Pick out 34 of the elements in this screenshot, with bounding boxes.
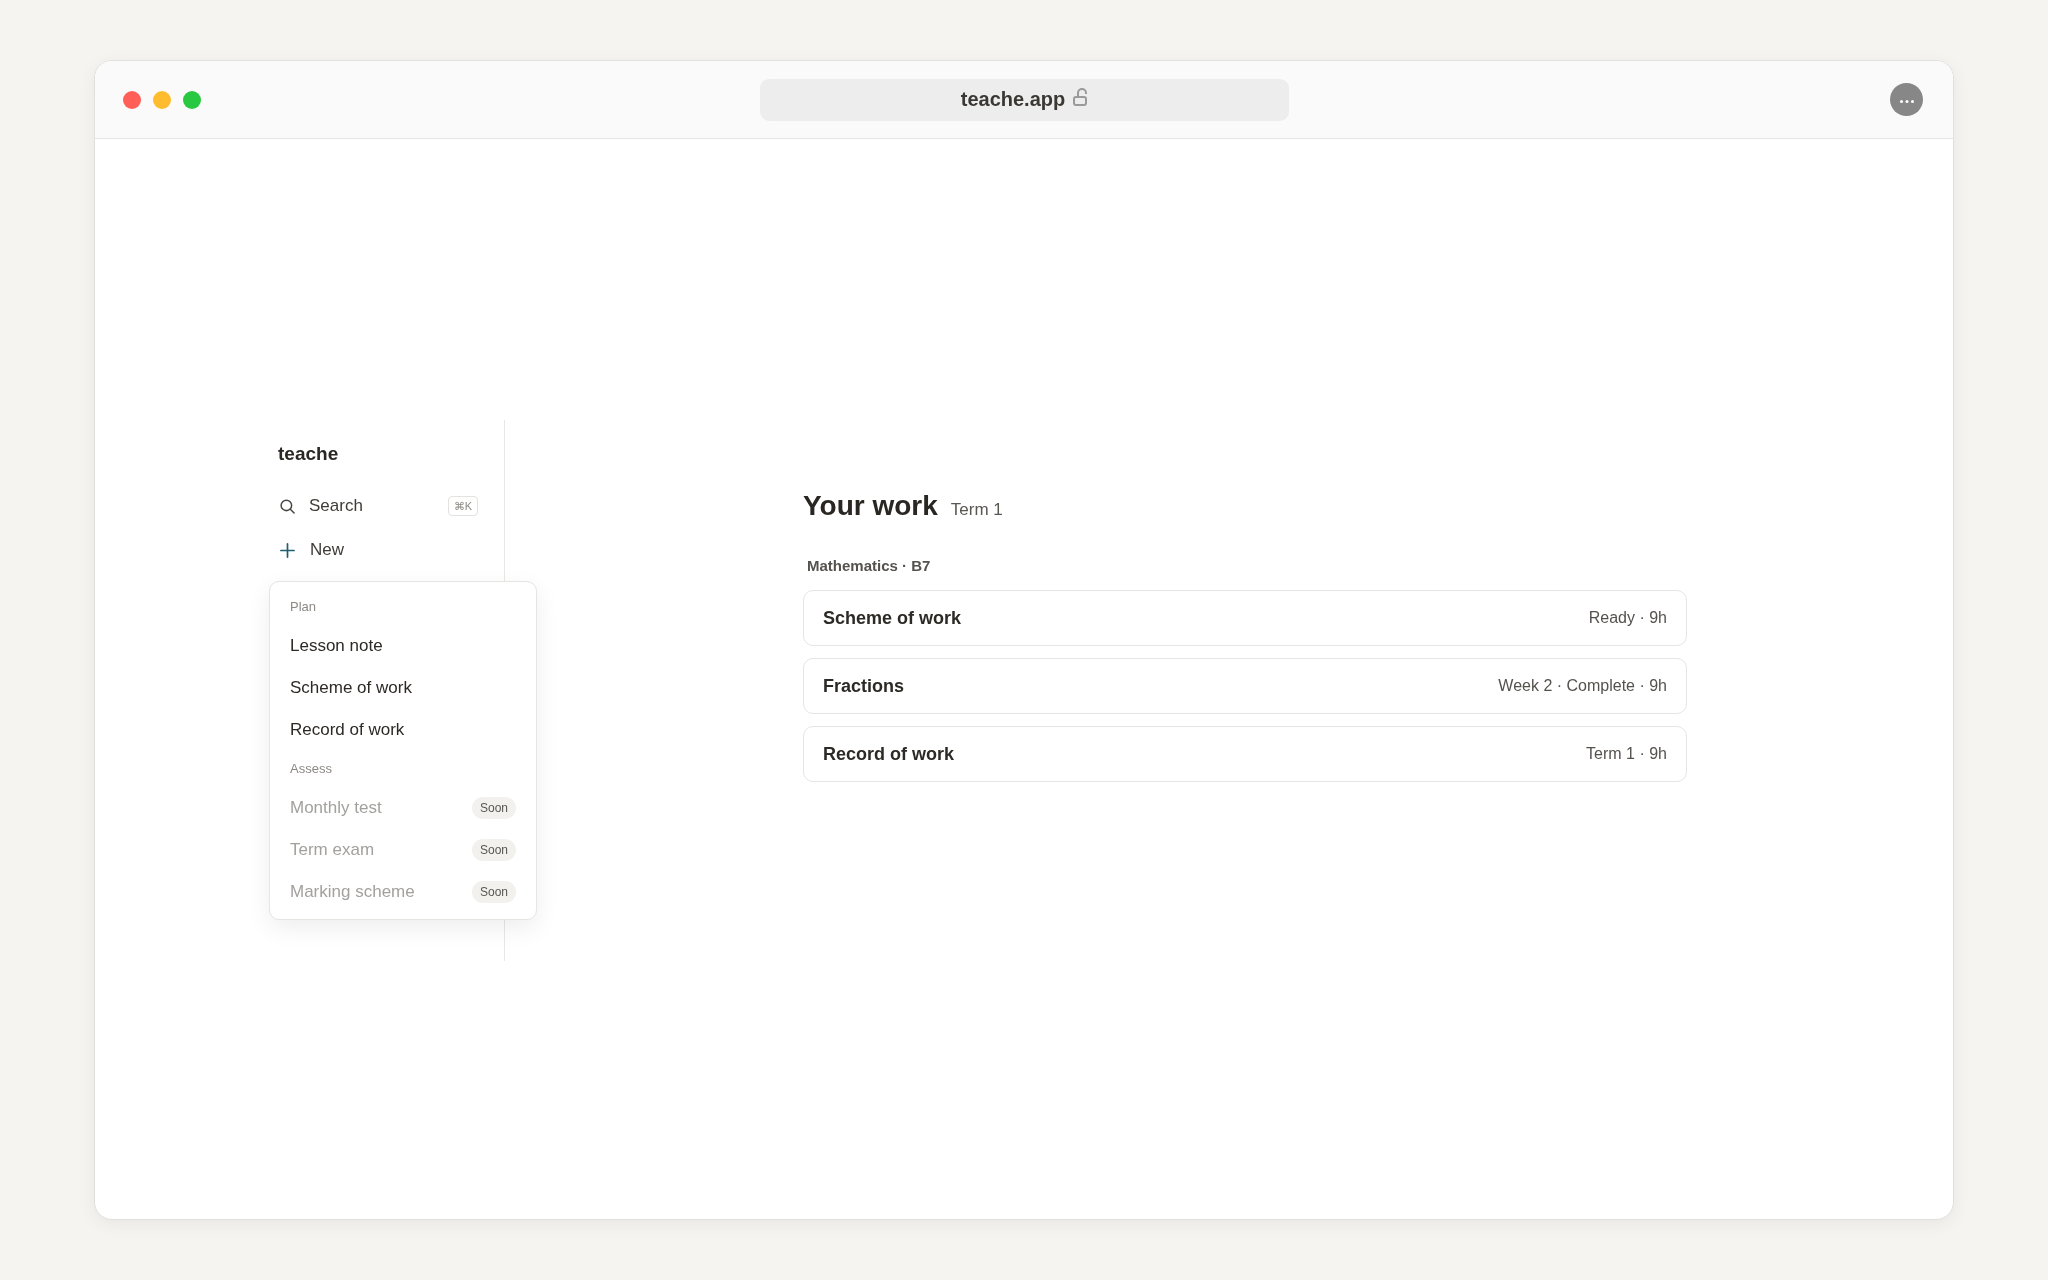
address-bar[interactable]: teache.app [759, 78, 1289, 121]
menu-heading: Plan [289, 598, 318, 616]
term-label: Term 1 [950, 500, 1003, 520]
work-card[interactable]: Record of work Term 1 · 9h [803, 726, 1687, 782]
more-button[interactable] [1890, 83, 1923, 116]
search-button[interactable]: Search ⌘K [278, 488, 486, 524]
soon-badge: Soon [471, 839, 516, 861]
soon-badge: Soon [471, 881, 516, 903]
new-button[interactable]: New [278, 532, 352, 568]
url-text: teache.app [960, 88, 1066, 111]
minimize-button[interactable] [153, 90, 171, 109]
section-label: Mathematics · B7 [806, 556, 931, 576]
more-icon [1899, 100, 1914, 103]
menu-heading: Assess [289, 760, 333, 778]
work-card[interactable]: Fractions Week 2 · Complete · 9h [803, 658, 1687, 714]
padlock-icon [1073, 87, 1088, 106]
soon-badge: Soon [471, 797, 516, 819]
card-meta: Week 2 · Complete · 9h [1498, 677, 1667, 695]
card-title: Fractions [823, 675, 905, 697]
close-button[interactable] [123, 90, 141, 109]
plus-icon [280, 542, 295, 558]
card-title: Scheme of work [823, 607, 962, 629]
menu-item[interactable]: Scheme of work [270, 667, 536, 709]
zoom-button[interactable] [183, 90, 201, 109]
search-icon [280, 498, 295, 514]
card-meta: Term 1 · 9h [1586, 745, 1667, 763]
shortcut-hint: ⌘K [447, 496, 478, 516]
card-title: Record of work [823, 743, 955, 765]
page-title: Your work [803, 489, 938, 523]
app-name: teache [278, 442, 340, 466]
work-card[interactable]: Scheme of work Ready · 9h [803, 590, 1687, 646]
card-meta: Ready · 9h [1588, 609, 1667, 627]
menu-item[interactable]: Lesson note [270, 625, 536, 667]
menu-item[interactable]: Record of work [270, 709, 536, 751]
